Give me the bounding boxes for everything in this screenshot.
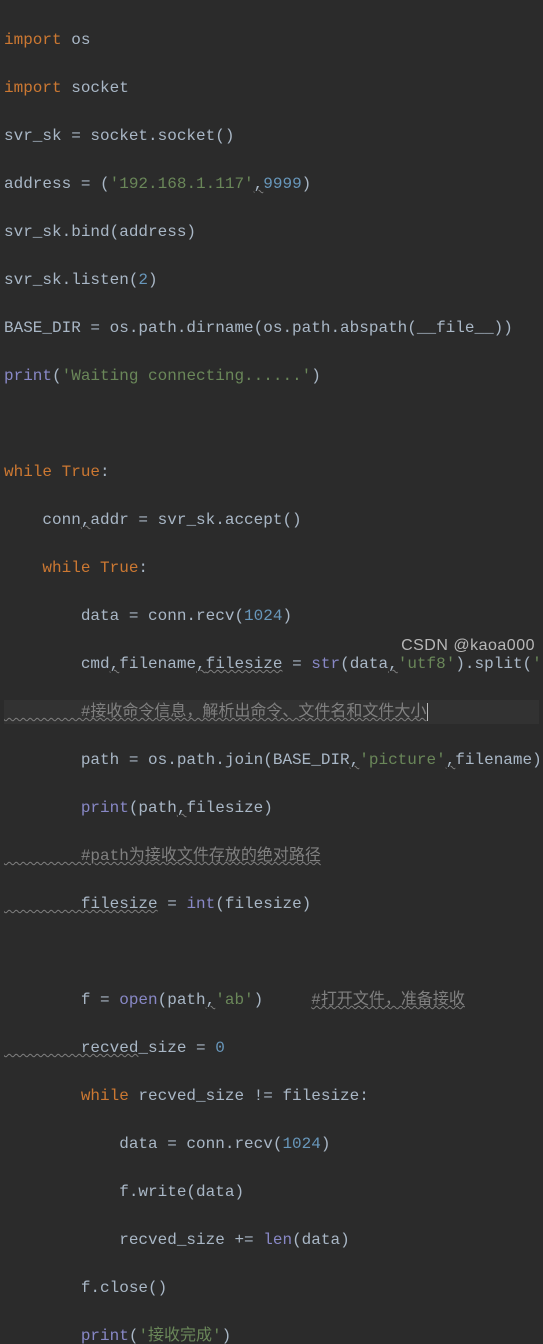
code-line — [4, 940, 539, 964]
code-line: f.write(data) — [4, 1180, 539, 1204]
code-line: print('接收完成') — [4, 1324, 539, 1344]
code-line: import os — [4, 28, 539, 52]
code-line: address = ('192.168.1.117',9999) — [4, 172, 539, 196]
code-line: while True: — [4, 556, 539, 580]
code-line: print('Waiting connecting......') — [4, 364, 539, 388]
code-line: data = conn.recv(1024) — [4, 1132, 539, 1156]
code-line: BASE_DIR = os.path.dirname(os.path.abspa… — [4, 316, 539, 340]
code-line — [4, 412, 539, 436]
code-line: while True: — [4, 460, 539, 484]
code-line: svr_sk.bind(address) — [4, 220, 539, 244]
watermark: CSDN @kaoa000 — [401, 634, 535, 658]
code-line: import socket — [4, 76, 539, 100]
code-line: f = open(path,'ab') #打开文件，准备接收 — [4, 988, 539, 1012]
code-line: data = conn.recv(1024) — [4, 604, 539, 628]
code-line: recved_size = 0 — [4, 1036, 539, 1060]
code-editor[interactable]: import os import socket svr_sk = socket.… — [0, 0, 543, 1344]
code-line: conn,addr = svr_sk.accept() — [4, 508, 539, 532]
code-line: recved_size += len(data) — [4, 1228, 539, 1252]
code-line: f.close() — [4, 1276, 539, 1300]
code-line: filesize = int(filesize) — [4, 892, 539, 916]
code-line: svr_sk.listen(2) — [4, 268, 539, 292]
code-line: svr_sk = socket.socket() — [4, 124, 539, 148]
code-line: while recved_size != filesize: — [4, 1084, 539, 1108]
code-line: print(path,filesize) — [4, 796, 539, 820]
text-cursor — [427, 703, 428, 721]
code-line-active: #接收命令信息，解析出命令、文件名和文件大小 — [4, 700, 539, 724]
code-line: #path为接收文件存放的绝对路径 — [4, 844, 539, 868]
code-line: path = os.path.join(BASE_DIR,'picture',f… — [4, 748, 539, 772]
